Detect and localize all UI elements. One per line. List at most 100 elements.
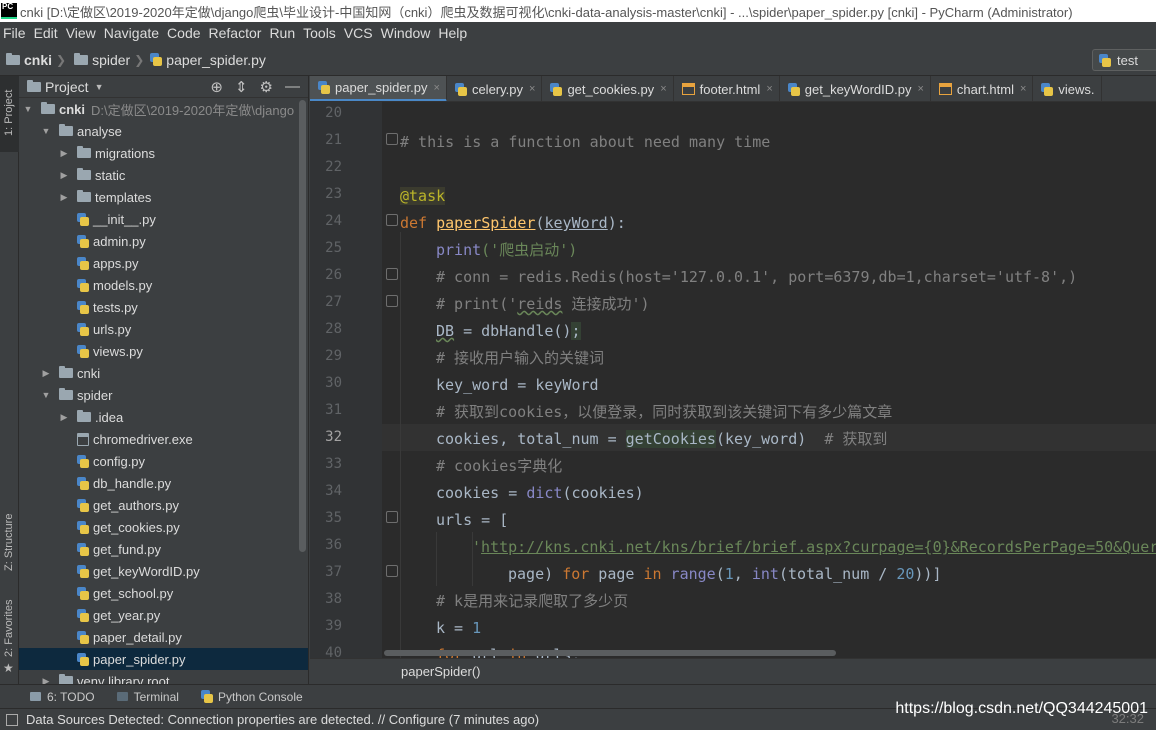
collapse-arrow-icon[interactable]: ▶ — [41, 676, 51, 685]
tree-item[interactable]: get_authors.py — [19, 494, 308, 516]
editor-tab[interactable]: get_keyWordID.py × — [780, 76, 931, 101]
tree-item[interactable]: tests.py — [19, 296, 308, 318]
folder-icon — [59, 124, 73, 136]
folder-icon — [77, 190, 91, 202]
code-token: = dbHandle() — [454, 322, 572, 340]
menu-tools[interactable]: Tools — [300, 25, 341, 41]
close-icon[interactable]: × — [917, 83, 923, 95]
code-line-32: cookies, total_num = getCookies(key_word… — [436, 426, 887, 453]
tree-item[interactable]: urls.py — [19, 318, 308, 340]
warning-token: ; — [571, 322, 581, 340]
fold-marker-icon[interactable] — [386, 133, 398, 145]
editor-breadcrumb[interactable]: paperSpider() — [310, 658, 1156, 684]
close-icon[interactable]: × — [1020, 83, 1026, 95]
tool-tab-structure[interactable]: Z: Structure — [0, 491, 19, 575]
locate-file-icon[interactable]: ⊕ — [210, 78, 223, 96]
tree-item[interactable]: get_keyWordID.py — [19, 560, 308, 582]
url-link[interactable]: http://kns.cnki.net/kns/brief/brief.aspx… — [481, 538, 1156, 556]
cursor-position[interactable]: 32:32 — [1111, 711, 1144, 726]
close-icon[interactable]: × — [766, 83, 772, 95]
tree-item[interactable]: ▼ analyse — [19, 120, 308, 142]
fold-marker-icon[interactable] — [386, 268, 398, 280]
editor-tab[interactable]: paper_spider.py × — [310, 76, 447, 101]
tree-item-label: views.py — [93, 343, 143, 359]
editor-horizontal-scrollbar[interactable] — [384, 650, 836, 656]
project-panel-title[interactable]: Project — [45, 79, 89, 95]
tree-item[interactable]: models.py — [19, 274, 308, 296]
tree-item[interactable]: ▶ migrations — [19, 142, 308, 164]
tree-item[interactable]: ▶ cnki — [19, 362, 308, 384]
editor-tab[interactable]: get_cookies.py × — [542, 76, 674, 101]
todo-tab[interactable]: 6: TODO — [30, 690, 95, 704]
collapse-all-icon[interactable]: ⇕ — [235, 78, 248, 96]
menu-vcs[interactable]: VCS — [341, 25, 378, 41]
tree-item[interactable]: ▶ venv library root — [19, 670, 308, 684]
menu-file[interactable]: File — [0, 25, 31, 41]
project-scrollbar[interactable] — [299, 100, 306, 552]
tree-item[interactable]: paper_spider.py — [19, 648, 308, 670]
fold-marker-icon[interactable] — [386, 295, 398, 307]
menu-code[interactable]: Code — [164, 25, 205, 41]
menu-view[interactable]: View — [63, 25, 101, 41]
tree-item[interactable]: get_year.py — [19, 604, 308, 626]
tree-item[interactable]: db_handle.py — [19, 472, 308, 494]
toggle-tool-windows-icon[interactable] — [6, 713, 18, 726]
close-icon[interactable]: × — [529, 83, 535, 95]
menu-edit[interactable]: Edit — [31, 25, 63, 41]
breadcrumb-file[interactable]: paper_spider.py — [146, 52, 266, 68]
terminal-tab[interactable]: Terminal — [116, 690, 179, 704]
menu-navigate[interactable]: Navigate — [101, 25, 164, 41]
editor-tab[interactable]: footer.html × — [674, 76, 780, 101]
collapse-arrow-icon[interactable]: ▶ — [59, 192, 69, 203]
editor-tab[interactable]: celery.py × — [447, 76, 543, 101]
collapse-arrow-icon[interactable]: ▶ — [59, 148, 69, 159]
tree-item[interactable]: admin.py — [19, 230, 308, 252]
tree-item[interactable]: apps.py — [19, 252, 308, 274]
expand-arrow-icon[interactable]: ▼ — [41, 126, 51, 136]
tool-tab-project[interactable]: 1: Project — [0, 76, 19, 152]
menu-help[interactable]: Help — [435, 25, 472, 41]
close-icon[interactable]: × — [434, 82, 440, 94]
tree-item[interactable]: views.py — [19, 340, 308, 362]
tree-item[interactable]: paper_detail.py — [19, 626, 308, 648]
editor-tab[interactable]: chart.html × — [931, 76, 1034, 101]
fold-marker-icon[interactable] — [386, 565, 398, 577]
chevron-down-icon[interactable]: ▼ — [95, 82, 104, 92]
gear-icon[interactable]: ⚙ — [260, 78, 273, 96]
tree-item[interactable]: ▼ spider — [19, 384, 308, 406]
tree-item[interactable]: ▶ static — [19, 164, 308, 186]
close-icon[interactable]: × — [660, 83, 666, 95]
fold-marker-icon[interactable] — [386, 511, 398, 523]
tree-item[interactable]: get_fund.py — [19, 538, 308, 560]
hide-panel-icon[interactable]: — — [285, 78, 300, 96]
python-console-tab[interactable]: Python Console — [200, 690, 303, 704]
code-editor[interactable]: 20 21 22 23 24 25 26 27 28 29 30 31 32 33 34 35 36 37 38 39… — [310, 102, 1156, 658]
line-number: 24 — [325, 213, 342, 229]
param-token: keyWord — [544, 214, 608, 232]
status-message[interactable]: Data Sources Detected: Connection proper… — [26, 712, 539, 727]
folder-icon — [74, 52, 89, 65]
breadcrumb-spider[interactable]: spider — [68, 52, 130, 68]
editor-tab[interactable]: views. — [1033, 76, 1102, 101]
menu-run[interactable]: Run — [266, 25, 300, 41]
breadcrumb-project[interactable]: cnki — [0, 52, 52, 68]
menu-refactor[interactable]: Refactor — [206, 25, 267, 41]
tree-item[interactable]: config.py — [19, 450, 308, 472]
menu-window[interactable]: Window — [378, 25, 436, 41]
expand-arrow-icon[interactable]: ▼ — [23, 104, 33, 114]
tree-item[interactable]: chromedriver.exe — [19, 428, 308, 450]
collapse-arrow-icon[interactable]: ▶ — [59, 170, 69, 181]
tree-item[interactable]: ▶ .idea — [19, 406, 308, 428]
tree-item[interactable]: __init__.py — [19, 208, 308, 230]
collapse-arrow-icon[interactable]: ▶ — [59, 412, 69, 423]
tree-item[interactable]: get_cookies.py — [19, 516, 308, 538]
run-configuration-selector[interactable]: test — [1092, 49, 1156, 71]
fold-marker-icon[interactable] — [386, 214, 398, 226]
collapse-arrow-icon[interactable]: ▶ — [41, 368, 51, 379]
tab-label: chart.html — [956, 81, 1014, 97]
tool-tab-favorites[interactable]: 2: Favorites ★ — [0, 591, 19, 681]
tree-item[interactable]: ▼ cnki D:\定做区\2019-2020年定做\django — [19, 98, 308, 120]
expand-arrow-icon[interactable]: ▼ — [41, 390, 51, 400]
tree-item[interactable]: ▶ templates — [19, 186, 308, 208]
tree-item[interactable]: get_school.py — [19, 582, 308, 604]
